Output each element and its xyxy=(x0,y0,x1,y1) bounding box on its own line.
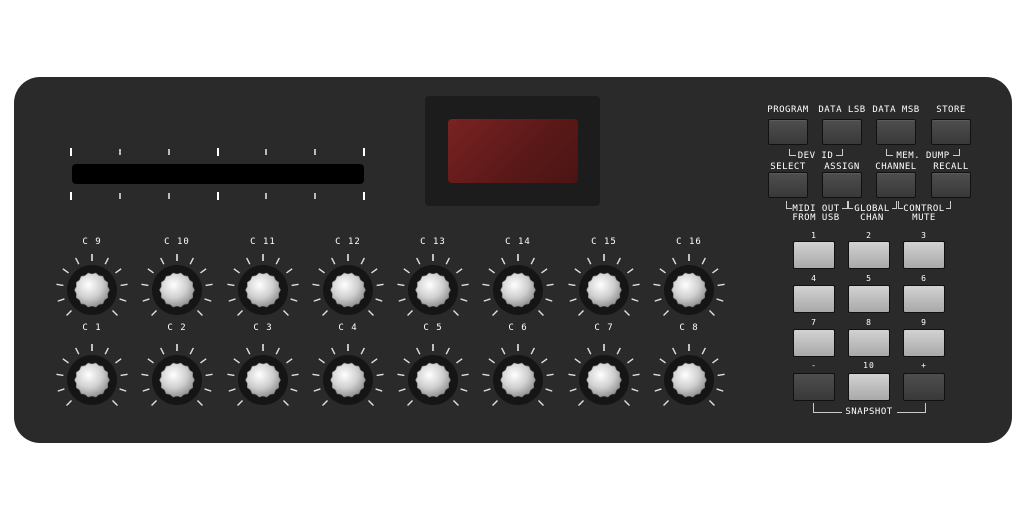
slider-tick xyxy=(119,149,121,155)
knob-label: C 10 xyxy=(164,237,190,247)
function-button[interactable] xyxy=(931,172,971,198)
rotary-knob[interactable] xyxy=(476,248,560,332)
numpad-label: 2 xyxy=(866,231,872,240)
midi-out-label: MIDI OUT FROM USB xyxy=(788,205,844,223)
function-button[interactable] xyxy=(876,172,916,198)
function-button[interactable] xyxy=(768,172,808,198)
rotary-knob[interactable] xyxy=(306,248,390,332)
slider-tick xyxy=(265,193,267,199)
slider-tick xyxy=(363,192,365,200)
global-chan-label: GLOBAL CHAN xyxy=(850,205,894,223)
slider-track[interactable] xyxy=(72,164,364,184)
rotary-knob[interactable] xyxy=(50,338,134,422)
rotary-knob[interactable] xyxy=(647,338,731,422)
numpad-label: 5 xyxy=(866,274,872,283)
numpad-label: 1 xyxy=(811,231,817,240)
knob-label: C 9 xyxy=(82,237,102,247)
numpad-button[interactable] xyxy=(793,329,835,357)
rotary-knob[interactable] xyxy=(221,248,305,332)
knob-label: C 15 xyxy=(591,237,617,247)
control-line2: MUTE xyxy=(912,213,936,223)
rotary-knob[interactable] xyxy=(391,338,475,422)
slider-tick xyxy=(217,192,219,200)
function-button[interactable] xyxy=(931,119,971,145)
knob-label: C 2 xyxy=(167,323,187,333)
numpad-label: - xyxy=(811,361,817,370)
knob-label: C 12 xyxy=(335,237,361,247)
knob-label: C 13 xyxy=(420,237,446,247)
knob-label: C 1 xyxy=(82,323,102,333)
slider-tick xyxy=(363,148,365,156)
numpad-button[interactable] xyxy=(848,285,890,313)
midi-out-line2: FROM USB xyxy=(792,213,840,223)
mem-dump-label: MEM. DUMP xyxy=(896,151,950,161)
slider-tick xyxy=(217,148,219,156)
numpad-button[interactable] xyxy=(793,285,835,313)
numpad-label: 9 xyxy=(921,318,927,327)
numpad-button[interactable] xyxy=(848,329,890,357)
numpad-label: 4 xyxy=(811,274,817,283)
function-button[interactable] xyxy=(822,172,862,198)
numpad-label: 10 xyxy=(863,361,875,370)
knob-label: C 5 xyxy=(423,323,443,333)
knob-label: C 14 xyxy=(505,237,531,247)
function-button[interactable] xyxy=(876,119,916,145)
rotary-knob[interactable] xyxy=(647,248,731,332)
function-button[interactable] xyxy=(822,119,862,145)
knob-label: C 3 xyxy=(253,323,273,333)
knob-label: C 16 xyxy=(676,237,702,247)
global-line2: CHAN xyxy=(860,213,884,223)
slider-tick xyxy=(70,192,72,200)
slider-tick xyxy=(314,193,316,199)
function-button-label: RECALL xyxy=(933,162,969,172)
rotary-knob[interactable] xyxy=(221,338,305,422)
knob-label: C 4 xyxy=(338,323,358,333)
rotary-knob[interactable] xyxy=(50,248,134,332)
numpad-button[interactable] xyxy=(903,285,945,313)
slider-tick xyxy=(119,193,121,199)
function-button[interactable] xyxy=(768,119,808,145)
numpad-label: 7 xyxy=(811,318,817,327)
knob-label: C 8 xyxy=(679,323,699,333)
function-button-label: STORE xyxy=(936,105,966,115)
knob-label: C 6 xyxy=(508,323,528,333)
numpad-label: 6 xyxy=(921,274,927,283)
slider-tick xyxy=(70,148,72,156)
numpad-button[interactable] xyxy=(903,329,945,357)
numpad-label: + xyxy=(921,361,927,370)
slider-tick xyxy=(168,149,170,155)
rotary-knob[interactable] xyxy=(135,248,219,332)
slider-tick xyxy=(265,149,267,155)
numpad-button[interactable] xyxy=(848,373,890,401)
snapshot-label: SNAPSHOT xyxy=(845,407,893,417)
slider-tick xyxy=(168,193,170,199)
rotary-knob[interactable] xyxy=(306,338,390,422)
numpad-label: 3 xyxy=(921,231,927,240)
numpad-button[interactable] xyxy=(848,241,890,269)
numpad-button[interactable] xyxy=(903,373,945,401)
numpad-button[interactable] xyxy=(903,241,945,269)
numpad-button[interactable] xyxy=(793,241,835,269)
rotary-knob[interactable] xyxy=(562,248,646,332)
rotary-knob[interactable] xyxy=(476,338,560,422)
numpad-label: 8 xyxy=(866,318,872,327)
led-display xyxy=(448,119,578,183)
snapshot-bracket-right xyxy=(897,403,926,413)
dev-id-label: DEV ID xyxy=(797,151,834,161)
dev-id-bracket-right xyxy=(836,149,843,156)
knob-label: C 11 xyxy=(250,237,276,247)
rotary-knob[interactable] xyxy=(562,338,646,422)
rotary-knob[interactable] xyxy=(135,338,219,422)
numpad-button[interactable] xyxy=(793,373,835,401)
control-mute-label: CONTROL MUTE xyxy=(900,205,948,223)
mem-dump-bracket-right xyxy=(953,149,960,156)
knob-label: C 7 xyxy=(594,323,614,333)
slider-tick xyxy=(314,149,316,155)
rotary-knob[interactable] xyxy=(391,248,475,332)
snapshot-bracket-left xyxy=(813,403,842,413)
